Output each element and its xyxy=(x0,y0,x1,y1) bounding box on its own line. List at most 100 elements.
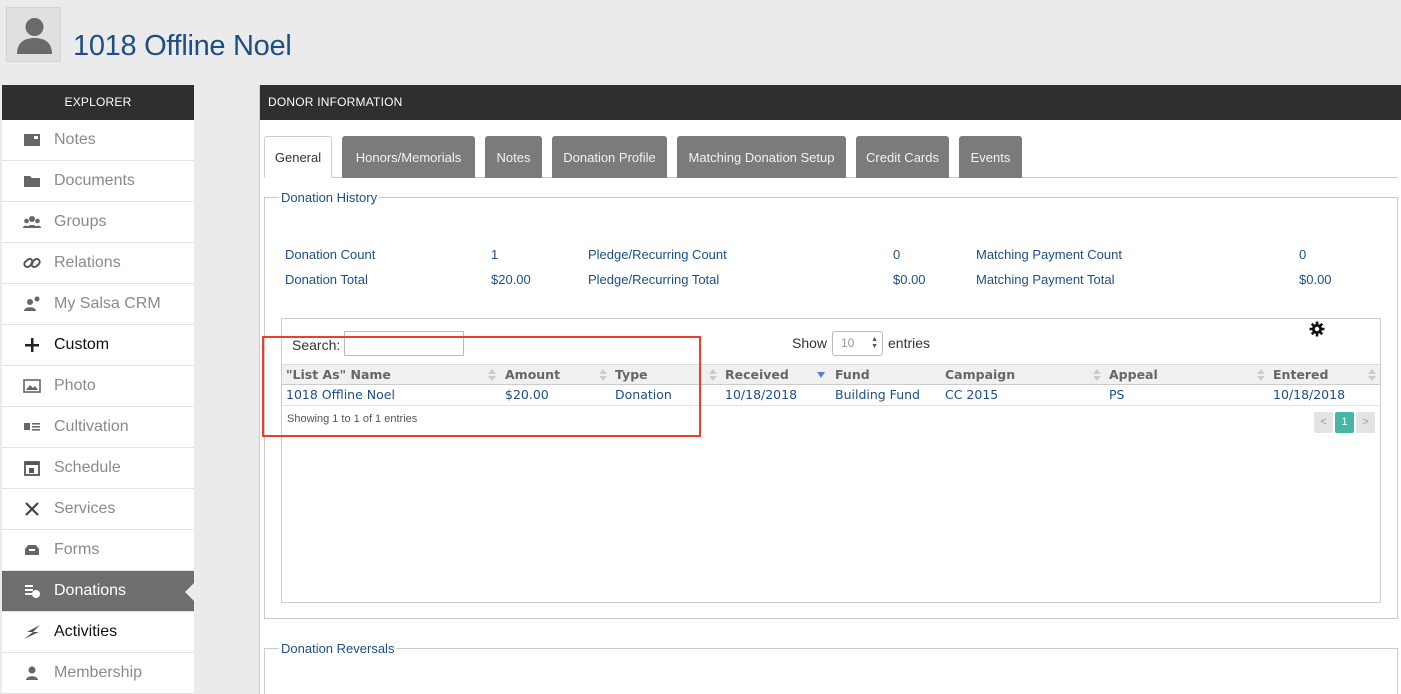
entries-select-value: 10 xyxy=(841,336,855,350)
pledge-count-value: 0 xyxy=(893,247,901,262)
sidebar-item-label: Custom xyxy=(54,336,110,353)
donation-count-value: 1 xyxy=(491,247,499,262)
tools-icon xyxy=(22,499,42,519)
matching-count-label: Matching Payment Count xyxy=(976,247,1122,262)
page-title: 1018 Offline Noel xyxy=(73,30,292,62)
notes-icon xyxy=(22,130,42,150)
column-header-entered[interactable]: Entered xyxy=(1269,365,1380,385)
sidebar-item-label: Membership xyxy=(54,664,143,681)
column-header-campaign[interactable]: Campaign xyxy=(941,365,1105,385)
matching-total-label: Matching Payment Total xyxy=(976,272,1115,287)
image-icon xyxy=(22,376,42,396)
cell-fund: Building Fund xyxy=(835,387,920,402)
donation-total-value: $20.00 xyxy=(491,272,531,287)
sidebar-item-label: Photo xyxy=(54,377,96,394)
column-header-fund[interactable]: Fund xyxy=(831,365,941,385)
column-header-label: Entered xyxy=(1273,367,1329,382)
gear-icon[interactable] xyxy=(1309,321,1325,337)
entries-label: entries xyxy=(888,335,931,351)
folder-icon xyxy=(22,171,42,191)
sort-icon xyxy=(1093,369,1101,381)
sort-icon xyxy=(1257,369,1265,381)
sidebar-item-label: Donations xyxy=(54,582,127,599)
sidebar-item-forms[interactable]: Forms xyxy=(2,530,194,571)
sidebar-item-label: Forms xyxy=(54,541,100,558)
column-header-label: Campaign xyxy=(945,367,1016,382)
sidebar-item-services[interactable]: Services xyxy=(2,489,194,530)
sort-icon xyxy=(1368,369,1376,381)
cell-appeal: PS xyxy=(1109,387,1125,402)
donation-total-label: Donation Total xyxy=(285,272,368,287)
sidebar-item-activities[interactable]: Activities xyxy=(2,612,194,653)
link-icon xyxy=(22,253,42,273)
coins-icon xyxy=(22,581,42,601)
matching-count-value: 0 xyxy=(1299,247,1307,262)
tab-honors-memorials[interactable]: Honors/Memorials xyxy=(342,136,475,178)
sidebar-item-label: Documents xyxy=(54,172,135,189)
panel-title: DONOR INFORMATION xyxy=(260,85,1401,120)
sidebar-item-cultivation[interactable]: Cultivation xyxy=(2,407,194,448)
pledge-count-label: Pledge/Recurring Count xyxy=(588,247,727,262)
column-header-received[interactable]: Received xyxy=(721,365,831,385)
tab-notes[interactable]: Notes xyxy=(485,136,542,178)
tab-credit-cards[interactable]: Credit Cards xyxy=(856,136,949,178)
entries-select[interactable]: 10 ▲ ▼ xyxy=(832,331,883,356)
sort-icon xyxy=(709,369,717,381)
donation-reversals-legend: Donation Reversals xyxy=(279,641,397,656)
column-header-label: Received xyxy=(725,367,789,382)
sidebar-item-relations[interactable]: Relations xyxy=(2,243,194,284)
groups-icon xyxy=(22,212,42,232)
column-header-label: Fund xyxy=(835,367,870,382)
sidebar-item-photo[interactable]: Photo xyxy=(2,366,194,407)
tab-matching-donation-setup[interactable]: Matching Donation Setup xyxy=(677,136,846,178)
pager-page-1-button[interactable]: 1 xyxy=(1335,412,1354,433)
sidebar-item-membership[interactable]: Membership xyxy=(2,653,194,694)
cell-entered: 10/18/2018 xyxy=(1273,387,1346,402)
sidebar-item-documents[interactable]: Documents xyxy=(2,161,194,202)
sidebar-header: EXPLORER xyxy=(2,85,194,120)
sidebar-item-my-salsa-crm[interactable]: My Salsa CRM xyxy=(2,284,194,325)
avatar xyxy=(6,7,61,62)
bolt-icon xyxy=(22,622,42,642)
pager-next-button[interactable]: > xyxy=(1356,412,1375,433)
user-key-icon xyxy=(22,294,42,314)
plus-icon xyxy=(22,335,42,355)
inbox-icon xyxy=(22,540,42,560)
sidebar-item-label: Relations xyxy=(54,254,121,271)
sidebar: EXPLORER Notes Documents Groups Relation… xyxy=(2,85,195,694)
tab-bar: General Honors/Memorials Notes Donation … xyxy=(264,136,1398,178)
sidebar-item-label: My Salsa CRM xyxy=(54,295,161,312)
donation-history-legend: Donation History xyxy=(279,190,380,205)
sort-desc-icon xyxy=(817,372,825,378)
show-label: Show xyxy=(792,335,828,351)
sidebar-item-label: Groups xyxy=(54,213,107,230)
member-icon xyxy=(22,663,42,683)
sidebar-item-label: Schedule xyxy=(54,459,121,476)
tab-general[interactable]: General xyxy=(264,136,332,178)
pledge-total-value: $0.00 xyxy=(893,272,926,287)
pledge-total-label: Pledge/Recurring Total xyxy=(588,272,720,287)
sidebar-item-notes[interactable]: Notes xyxy=(2,120,194,161)
sidebar-item-label: Services xyxy=(54,500,116,517)
tab-events[interactable]: Events xyxy=(959,136,1022,178)
column-header-appeal[interactable]: Appeal xyxy=(1105,365,1269,385)
sidebar-item-schedule[interactable]: Schedule xyxy=(2,448,194,489)
sidebar-item-label: Notes xyxy=(54,131,96,148)
tab-donation-profile[interactable]: Donation Profile xyxy=(552,136,667,178)
updown-arrows-icon: ▲ ▼ xyxy=(871,336,878,350)
cell-received: 10/18/2018 xyxy=(725,387,798,402)
list-icon xyxy=(22,417,42,437)
sidebar-item-custom[interactable]: Custom xyxy=(2,325,194,366)
highlight-box xyxy=(262,336,701,437)
cell-campaign: CC 2015 xyxy=(945,387,999,402)
column-header-label: Appeal xyxy=(1109,367,1158,382)
sidebar-item-label: Cultivation xyxy=(54,418,129,435)
person-icon xyxy=(17,18,52,54)
sidebar-item-groups[interactable]: Groups xyxy=(2,202,194,243)
sidebar-item-label: Activities xyxy=(54,623,118,640)
sidebar-item-donations[interactable]: Donations xyxy=(2,571,195,612)
donation-count-label: Donation Count xyxy=(285,247,376,262)
matching-total-value: $0.00 xyxy=(1299,272,1332,287)
donation-reversals-section: Donation Reversals xyxy=(264,641,1398,694)
pager-prev-button[interactable]: < xyxy=(1314,412,1333,433)
